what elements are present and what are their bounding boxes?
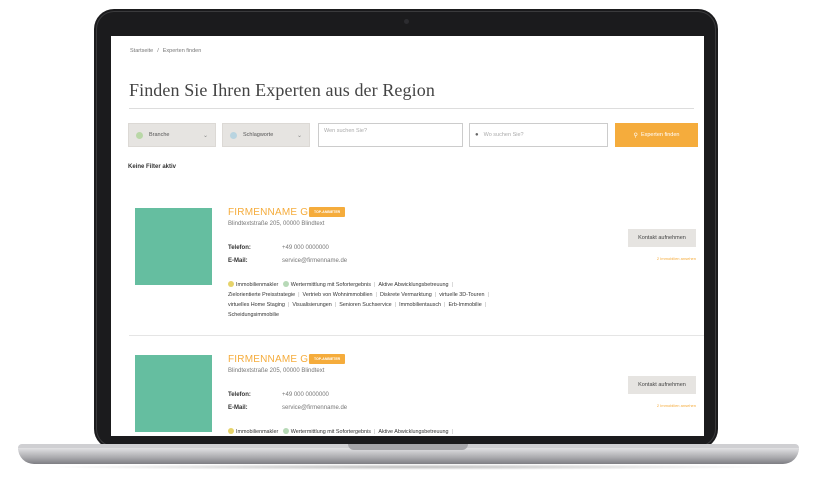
breadcrumb: Startseite / Experten finden xyxy=(130,48,201,54)
breadcrumb-separator: / xyxy=(157,48,159,54)
phone-label: Telefon: xyxy=(228,392,251,398)
webcam xyxy=(404,19,409,24)
expert-card: FIRMENNAME GMBH TOP-ANBIETER Blindtextst… xyxy=(129,201,704,341)
breadcrumb-home[interactable]: Startseite xyxy=(130,48,153,54)
who-placeholder: Wen suchen Sie? xyxy=(324,128,368,134)
schlagworte-dot-icon xyxy=(230,131,237,139)
top-provider-badge: TOP-ANBIETER xyxy=(309,354,346,364)
service-tag: virtuelle 3D-Touren xyxy=(439,292,485,298)
expert-card: FIRMENNAME GMBH TOP-ANBIETER Blindtextst… xyxy=(129,348,704,436)
magnifier-icon: ⚲ xyxy=(633,132,638,139)
category-tag: Immobilienmakler xyxy=(236,429,279,435)
laptop-notch xyxy=(348,444,468,450)
service-tag: Erb-Immobilie xyxy=(448,302,482,308)
phone-label: Telefon: xyxy=(228,245,251,251)
view-properties-link[interactable]: 2 Immobilien ansehen xyxy=(620,403,696,408)
realtor-icon xyxy=(228,428,234,434)
company-address: Blindtextstraße 205, 00000 Blindtext xyxy=(228,221,325,227)
service-tags: Immobilienmakler Wertermittlung mit Sofo… xyxy=(228,427,568,436)
category-tag: Wertermittlung mit Sofortergebnis xyxy=(290,429,371,435)
map-pin-icon: ● xyxy=(475,132,479,138)
email-value[interactable]: service@firmenname.de xyxy=(282,405,347,411)
company-logo-placeholder xyxy=(135,355,212,432)
service-tag: Zielorientierte Preisstrategie xyxy=(228,292,296,298)
top-provider-badge: TOP-ANBIETER xyxy=(309,207,346,217)
find-experts-label: Experten finden xyxy=(640,132,680,138)
where-placeholder: Wo suchen Sie? xyxy=(483,132,524,138)
service-tag: Senioren Suchservice xyxy=(339,302,392,308)
company-logo-placeholder xyxy=(135,208,212,285)
service-tag: Scheidungsimmobilie xyxy=(228,312,279,318)
phone-value[interactable]: +49 000 0000000 xyxy=(282,392,329,398)
realtor-icon xyxy=(228,281,234,287)
category-tag: Wertermittlung mit Sofortergebnis xyxy=(290,282,371,288)
chevron-down-icon: ⌄ xyxy=(202,133,208,139)
email-value[interactable]: service@firmenname.de xyxy=(282,258,347,264)
active-filters-status: Keine Filter aktiv xyxy=(128,164,177,170)
find-experts-button[interactable]: ⚲ Experten finden xyxy=(615,123,698,147)
service-tags: Immobilienmakler Wertermittlung mit Sofo… xyxy=(228,281,489,318)
valuation-icon xyxy=(282,281,289,287)
service-tag: Aktive Abwicklungsbetreuung xyxy=(378,282,449,288)
email-label: E-Mail: xyxy=(228,258,248,264)
service-tag: virtuelles Home Staging xyxy=(228,302,285,308)
contact-button[interactable]: Kontakt aufnehmen xyxy=(628,229,696,247)
valuation-icon xyxy=(282,428,289,434)
chevron-down-icon: ⌄ xyxy=(296,133,302,139)
who-search-input[interactable]: Wen suchen Sie? xyxy=(318,123,463,147)
category-tag: Immobilienmakler xyxy=(236,282,279,288)
phone-value[interactable]: +49 000 0000000 xyxy=(282,245,329,251)
laptop-shadow xyxy=(40,464,777,470)
branche-label: Branche xyxy=(149,132,170,138)
service-tag: Vertrieb von Wohnimmobilien xyxy=(302,292,373,298)
service-tag: Visualisierungen xyxy=(292,302,332,308)
branche-dot-icon xyxy=(136,131,143,139)
view-properties-link[interactable]: 2 Immobilien ansehen xyxy=(620,256,696,261)
card-divider xyxy=(129,335,704,336)
service-tag: Diskrete Vermarktung xyxy=(379,292,432,298)
email-label: E-Mail: xyxy=(228,405,248,411)
company-address: Blindtextstraße 205, 00000 Blindtext xyxy=(228,368,325,374)
laptop-base xyxy=(18,448,799,464)
service-tag: Aktive Abwicklungsbetreuung xyxy=(378,429,449,435)
where-search-input[interactable]: ● Wo suchen Sie? xyxy=(469,123,608,147)
schlagworte-label: Schlagworte xyxy=(243,132,274,138)
browser-screen: Startseite / Experten finden Finden Sie Ih… xyxy=(111,36,704,436)
contact-button[interactable]: Kontakt aufnehmen xyxy=(628,376,696,394)
page-title: Finden Sie Ihren Experten aus der Region xyxy=(129,80,435,100)
breadcrumb-current: Experten finden xyxy=(162,48,202,54)
service-tag: Immobilientausch xyxy=(399,302,442,308)
title-divider xyxy=(129,108,694,109)
branche-select[interactable]: Branche ⌄ xyxy=(128,123,216,147)
schlagworte-select[interactable]: Schlagworte ⌄ xyxy=(222,123,310,147)
